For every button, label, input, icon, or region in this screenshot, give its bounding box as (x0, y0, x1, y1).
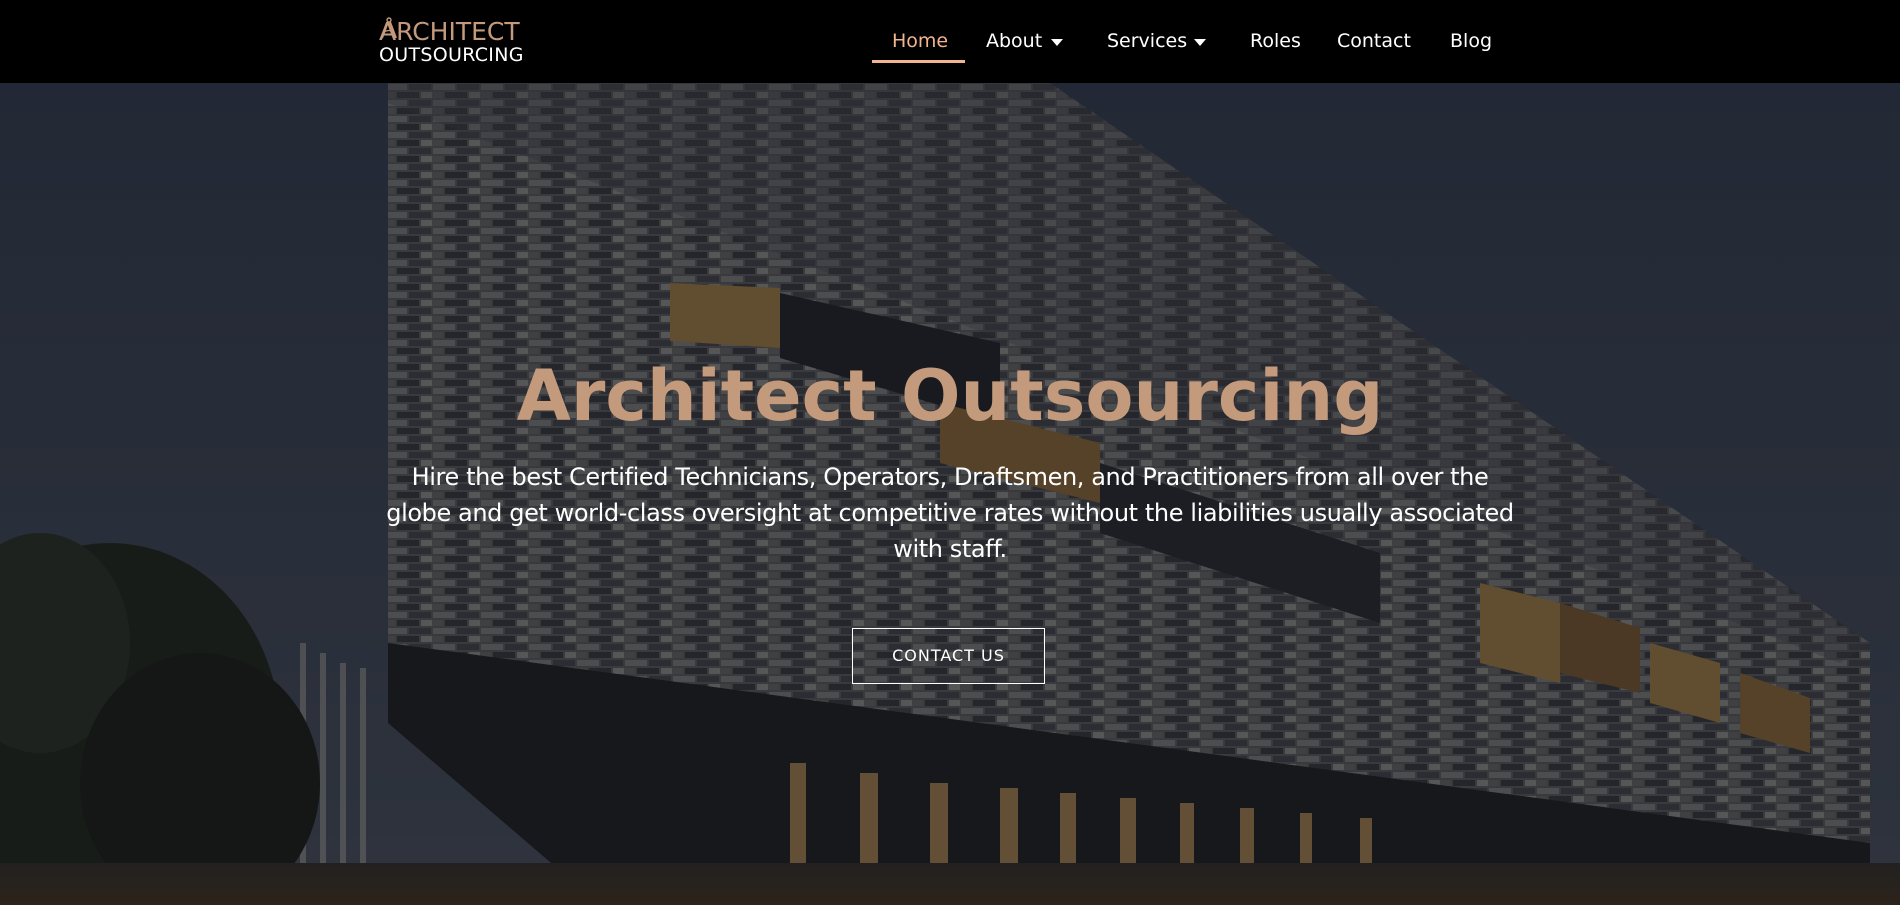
hero-title: Architect Outsourcing (516, 355, 1384, 437)
site-header: ARCHITECT OUTSOURCING Home About Service… (0, 0, 1900, 83)
hero-section: Architect Outsourcing Hire the best Cert… (0, 83, 1900, 905)
chevron-down-icon[interactable] (1194, 39, 1206, 46)
nav-item-about[interactable]: About (986, 26, 1042, 56)
nav-item-roles[interactable]: Roles (1250, 26, 1301, 56)
nav-active-underline (872, 60, 965, 63)
nav-item-contact[interactable]: Contact (1337, 26, 1411, 56)
nav-item-home[interactable]: Home (892, 26, 948, 56)
logo-text-line2: OUTSOURCING (379, 44, 524, 66)
hero-subtitle: Hire the best Certified Technicians, Ope… (386, 463, 1514, 563)
nav-item-services[interactable]: Services (1107, 26, 1187, 56)
site-logo[interactable]: ARCHITECT OUTSOURCING (379, 17, 534, 67)
contact-us-button[interactable]: CONTACT US (852, 628, 1045, 684)
page: ARCHITECT OUTSOURCING Home About Service… (0, 0, 1900, 905)
logo-text-line1: ARCHITECT (379, 17, 520, 46)
nav-item-blog[interactable]: Blog (1450, 26, 1492, 56)
chevron-down-icon[interactable] (1051, 39, 1063, 46)
